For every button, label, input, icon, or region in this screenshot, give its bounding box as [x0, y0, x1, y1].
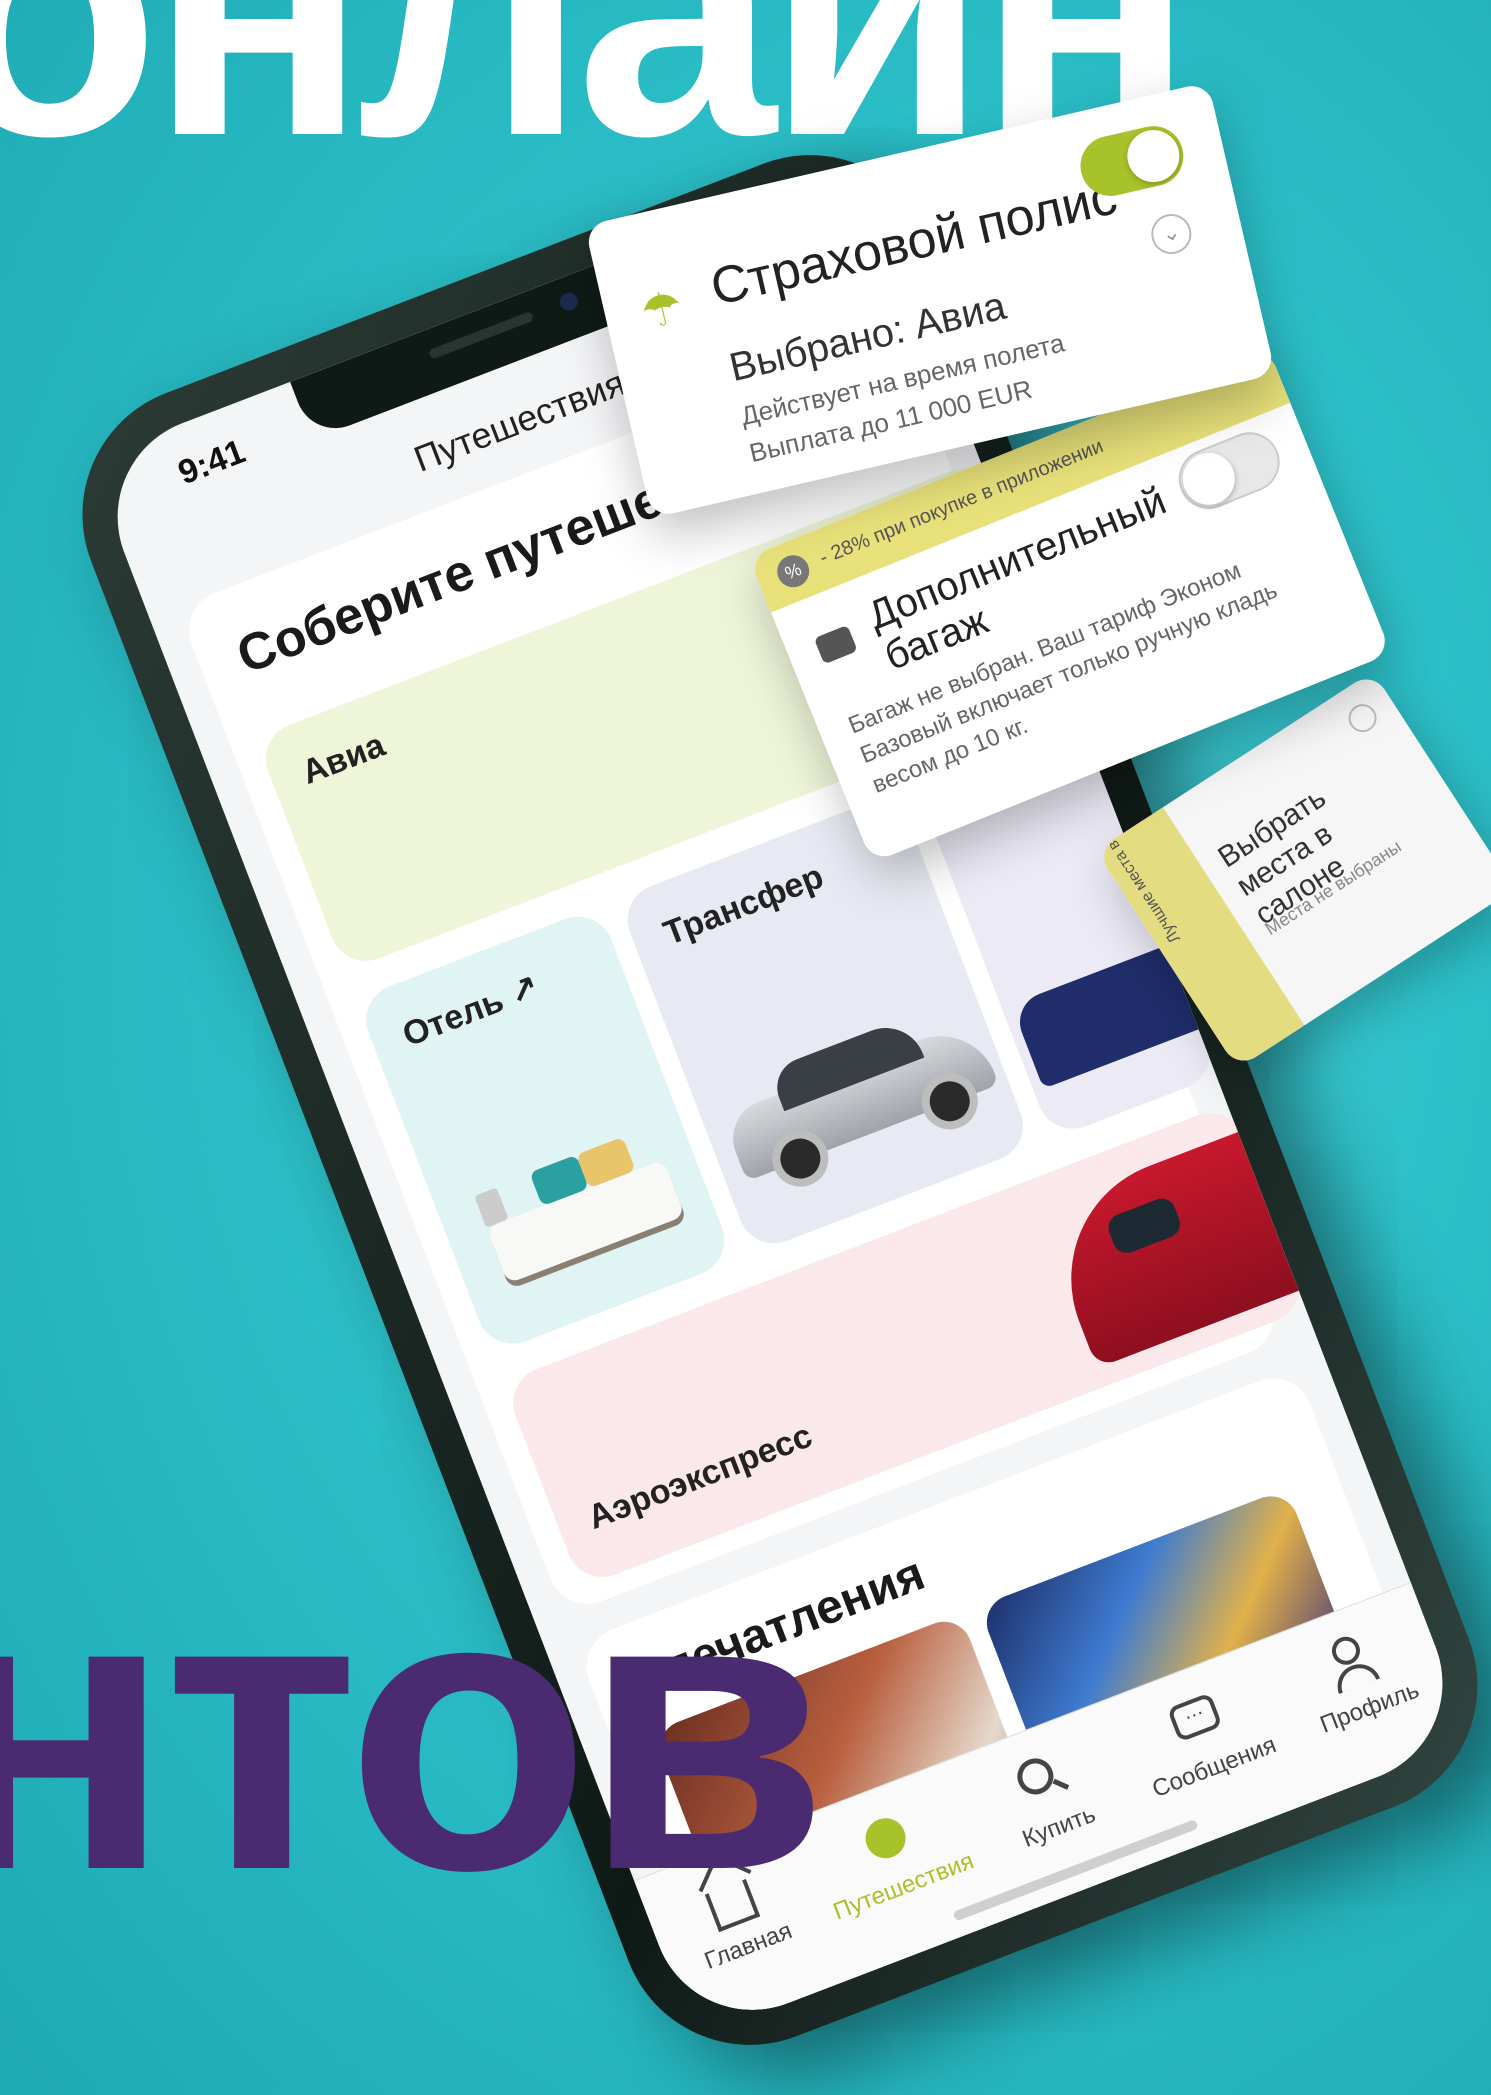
- chevron-down-icon[interactable]: ⌄: [1147, 210, 1196, 259]
- tile-hotel-label: Отель ↗: [397, 967, 545, 1055]
- suitcase-icon: [813, 624, 858, 665]
- tab-messages[interactable]: … Сообщения: [1117, 1670, 1289, 1808]
- background-headline-bottom: нтов: [0, 1506, 828, 1953]
- bed-illustration: [468, 1113, 692, 1302]
- tab-label: Профиль: [1316, 1676, 1423, 1739]
- tab-buy[interactable]: Купить: [962, 1729, 1134, 1867]
- message-icon: …: [1167, 1692, 1224, 1743]
- tile-avia-label: Авиа: [296, 725, 390, 792]
- front-camera: [557, 290, 581, 314]
- status-time: 9:41: [173, 432, 251, 493]
- tile-transfer-label: Трансфер: [658, 857, 829, 953]
- umbrella-icon: ☂: [635, 279, 688, 340]
- travel-icon: [859, 1812, 912, 1865]
- car-illustration: [711, 991, 1010, 1209]
- search-icon: [1012, 1753, 1059, 1800]
- percent-icon: %: [772, 550, 815, 593]
- tab-profile[interactable]: Профиль: [1273, 1610, 1445, 1748]
- tab-label: Сообщения: [1148, 1731, 1280, 1804]
- tab-travel[interactable]: Путешествия: [807, 1789, 979, 1927]
- info-icon[interactable]: [1343, 698, 1382, 738]
- insurance-toggle[interactable]: [1074, 120, 1190, 202]
- card-title: Страховой полис: [705, 167, 1123, 318]
